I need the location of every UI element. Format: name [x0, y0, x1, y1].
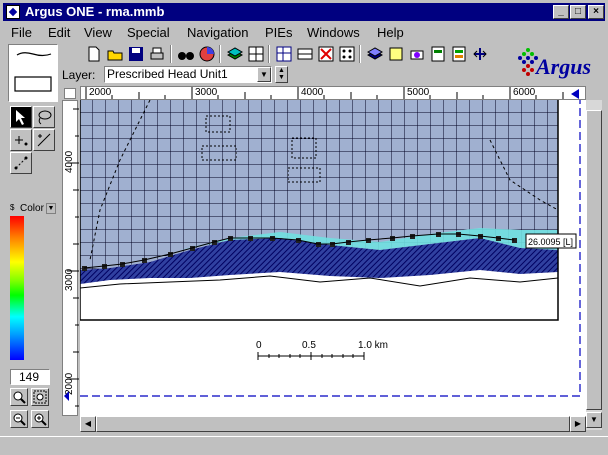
menu-pies[interactable]: PIEs [265, 25, 292, 40]
toolbar-separator [268, 45, 270, 63]
scale-label: 1.0 km [358, 340, 388, 351]
toolbar-separator [219, 45, 221, 63]
scale-label: 0 [256, 340, 262, 351]
menu-help[interactable]: Help [377, 25, 404, 40]
toolbar-separator [359, 45, 361, 63]
zoom-in-icon[interactable] [31, 410, 49, 428]
toolbar [84, 44, 504, 66]
layer-bar: Layer: Prescribed Head Unit1 ▼ ▲ ▼ [62, 66, 292, 84]
ruler-corner [64, 88, 76, 99]
toolbar-separator [170, 45, 172, 63]
horizontal-ruler-ticks [85, 87, 579, 99]
ruler-v-label: 3000 [64, 268, 75, 291]
print-icon[interactable] [147, 44, 167, 64]
layer-spinner[interactable]: ▲ ▼ [275, 66, 288, 83]
pointer-tool-icon[interactable] [10, 106, 32, 128]
chevron-down-icon[interactable]: ▼ [46, 203, 56, 214]
horizontal-scrollbar[interactable]: ◀ ▶ [80, 416, 586, 432]
zoom-out-icon[interactable] [10, 410, 28, 428]
zoom-extent-icon[interactable] [31, 388, 49, 406]
lasso-tool-icon[interactable] [33, 106, 55, 128]
move-node-tool-icon[interactable] [10, 152, 32, 174]
tool-palette [8, 106, 58, 180]
window-title: Argus ONE - rma.mmb [25, 4, 165, 19]
map-drawing: 26.0095 [L] 0 0.5 1.0 km [79, 99, 581, 397]
layer-preview [8, 44, 58, 102]
vertical-scrollbar[interactable]: ▼ [586, 100, 602, 430]
ruler-h-label: 4000 [301, 87, 324, 98]
mesh-icon[interactable] [274, 44, 294, 64]
scale-label: 0.5 [302, 340, 316, 351]
color-label: Color [20, 203, 44, 214]
layer-selected-value: Prescribed Head Unit1 [107, 67, 228, 81]
grid-icon[interactable] [246, 44, 266, 64]
layers-icon[interactable] [225, 44, 245, 64]
scroll-right-icon[interactable]: ▶ [570, 416, 586, 432]
stack-icon[interactable] [365, 44, 385, 64]
ruler-h-label: 5000 [407, 87, 430, 98]
pie-icon[interactable] [197, 44, 217, 64]
logo-text: Argus [536, 54, 592, 79]
scale-bar [257, 352, 365, 360]
app-icon[interactable] [6, 5, 20, 19]
menu-bar: File Edit View Special Navigation PIEs W… [3, 22, 605, 42]
vertical-ruler-ticks [64, 108, 79, 407]
arrow-down-icon[interactable]: ▼ [276, 74, 287, 81]
layer-select[interactable]: Prescribed Head Unit1 ▼ [104, 66, 272, 83]
preview-shapes-icon [14, 52, 52, 92]
scroll-left-icon[interactable]: ◀ [80, 416, 96, 432]
chevron-down-icon[interactable]: ▼ [257, 67, 271, 82]
ruler-v-label: 2000 [64, 372, 75, 395]
menu-special[interactable]: Special [127, 25, 170, 40]
function-icon[interactable] [407, 44, 427, 64]
color-scale-bar [10, 216, 24, 360]
menu-windows[interactable]: Windows [307, 25, 360, 40]
transform-icon[interactable] [470, 44, 490, 64]
element-icon[interactable] [295, 44, 315, 64]
horizontal-ruler: 2000 3000 4000 5000 6000 [80, 86, 586, 100]
color-value-field[interactable]: 149 [10, 369, 50, 385]
ruler-h-label: 3000 [195, 87, 218, 98]
close-button[interactable]: × [588, 5, 604, 19]
ruler-v-label: 4000 [64, 150, 75, 173]
page-green-icon[interactable] [428, 44, 448, 64]
open-folder-icon[interactable] [105, 44, 125, 64]
scroll-down-icon[interactable]: ▼ [586, 412, 602, 428]
save-icon[interactable] [126, 44, 146, 64]
head-label: 26.0095 [L] [528, 237, 573, 247]
argus-logo: Argus [512, 44, 604, 84]
menu-file[interactable]: File [11, 25, 32, 40]
zoom-tool-icon[interactable] [10, 388, 28, 406]
minimize-button[interactable]: _ [553, 5, 569, 19]
document-icon[interactable] [386, 44, 406, 64]
vertical-scroll-thumb[interactable] [586, 110, 602, 410]
title-bar: Argus ONE - rma.mmb _ □ × [3, 3, 605, 21]
color-marker-icon: $ [10, 203, 15, 212]
layer-label: Layer: [62, 68, 96, 82]
vertical-ruler: 4000 3000 2000 [62, 100, 79, 416]
color-header[interactable]: $ Color ▼ [8, 202, 58, 216]
ruler-h-label: 2000 [89, 87, 112, 98]
ruler-h-label: 6000 [513, 87, 536, 98]
map-canvas[interactable]: 26.0095 [L] 0 0.5 1.0 km [79, 99, 586, 416]
menu-view[interactable]: View [84, 25, 112, 40]
page-color-icon[interactable] [449, 44, 469, 64]
menu-navigation[interactable]: Navigation [187, 25, 248, 40]
node-delete-icon[interactable] [316, 44, 336, 64]
new-file-icon[interactable] [84, 44, 104, 64]
horizontal-scroll-thumb[interactable] [96, 416, 570, 432]
line-tool-icon[interactable] [33, 129, 55, 151]
menu-edit[interactable]: Edit [48, 25, 70, 40]
maximize-button[interactable]: □ [570, 5, 586, 19]
node-grid-icon[interactable] [337, 44, 357, 64]
find-binoculars-icon[interactable] [176, 44, 196, 64]
add-node-tool-icon[interactable] [10, 129, 32, 151]
arrow-up-icon[interactable]: ▲ [276, 67, 287, 74]
status-bar [0, 436, 608, 455]
